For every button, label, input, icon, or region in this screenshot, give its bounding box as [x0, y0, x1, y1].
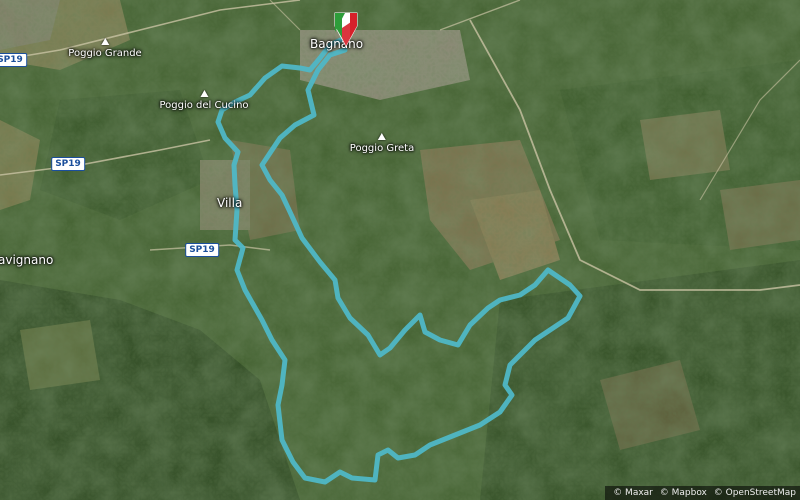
peak-poggio-greta: Poggio Greta: [350, 133, 414, 154]
town-avignano: avignano: [0, 253, 54, 267]
place-label: Poggio del Cucino: [159, 100, 249, 111]
place-label: Poggio Grande: [68, 48, 142, 59]
attribution-osm[interactable]: © OpenStreetMap: [714, 488, 796, 498]
road-shield-sp19: SP19: [0, 53, 27, 67]
start-marker-icon[interactable]: [333, 12, 359, 52]
town-villa: Villa: [217, 196, 243, 210]
attribution-mapbox[interactable]: © Mapbox: [660, 488, 707, 498]
road-shield-sp19: SP19: [51, 157, 85, 171]
map-attribution: © Maxar © Mapbox © OpenStreetMap: [605, 486, 800, 500]
peak-icon: [199, 90, 208, 97]
gps-route-line[interactable]: [215, 35, 583, 485]
peak-icon: [100, 38, 109, 45]
peak-icon: [378, 133, 386, 140]
peak-poggio-grande: Poggio Grande: [68, 38, 142, 59]
road-shield-sp19: SP19: [185, 243, 219, 257]
route-layer: [215, 35, 583, 485]
satellite-map[interactable]: Poggio Grande Poggio del Cucino Poggio G…: [0, 0, 800, 500]
place-label: Poggio Greta: [349, 143, 415, 154]
peak-poggio-del-cucino: Poggio del Cucino: [159, 90, 249, 111]
attribution-maxar[interactable]: © Maxar: [613, 488, 653, 498]
